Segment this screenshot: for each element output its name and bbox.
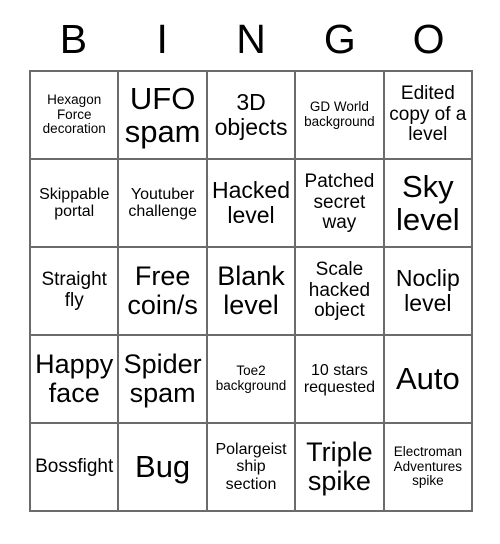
bingo-cell[interactable]: 10 stars requested (296, 336, 385, 424)
bingo-cell[interactable]: UFO spam (119, 72, 208, 160)
bingo-cell[interactable]: Sky level (384, 160, 474, 248)
bingo-cell-label: Electroman Adventures spike (393, 444, 462, 489)
bingo-cell-label: Spider spam (123, 348, 202, 408)
bingo-row: Hexagon Force decoration UFO spam 3D obj… (31, 72, 474, 160)
bingo-header-letter-n: N (236, 15, 266, 62)
bingo-cell[interactable]: GD World background (296, 72, 385, 160)
bingo-cell-label: Bug (135, 449, 191, 485)
bingo-row: Happy face Spider spam Toe2 background 1… (31, 336, 474, 424)
bingo-row: Bossfight Bug Polargeist ship section Tr… (31, 424, 474, 512)
bingo-cell[interactable]: Free coin/s (119, 248, 208, 336)
bingo-cell-label: Bossfight (35, 455, 114, 477)
bingo-header-letter-b: B (59, 15, 88, 62)
bingo-cell-label: 3D objects (214, 89, 288, 140)
bingo-cell[interactable]: Hexagon Force decoration (31, 72, 120, 160)
bingo-cell-label: UFO spam (124, 80, 201, 149)
bingo-cell-label: Happy face (35, 348, 114, 408)
bingo-cell-label: Polargeist ship section (215, 441, 287, 493)
bingo-cell-label: Skippable portal (39, 185, 110, 220)
bingo-cell-label: Straight fly (41, 269, 107, 311)
bingo-cell-label: Youtuber challenge (128, 185, 197, 220)
bingo-cell[interactable]: Bossfight (31, 424, 120, 512)
bingo-cell[interactable]: Spider spam (119, 336, 208, 424)
bingo-grid: Hexagon Force decoration UFO spam 3D obj… (29, 70, 474, 512)
bingo-cell[interactable]: Youtuber challenge (119, 160, 208, 248)
bingo-cell[interactable]: Toe2 background (207, 336, 297, 424)
bingo-cell-label: Noclip level (395, 265, 460, 316)
bingo-row: Skippable portal Youtuber challenge Hack… (31, 160, 474, 248)
bingo-cell[interactable]: Happy face (31, 336, 120, 424)
bingo-cell[interactable]: Electroman Adventures spike (384, 424, 474, 512)
bingo-cell-label: Toe2 background (215, 363, 287, 393)
bingo-cell[interactable]: Bug (119, 424, 208, 512)
bingo-cell[interactable]: Polargeist ship section (207, 424, 297, 512)
bingo-cell[interactable]: Scale hacked object (296, 248, 385, 336)
bingo-card: B I N G O Hexagon Force decoration UFO s… (29, 8, 474, 512)
bingo-cell-label: Blank level (217, 260, 285, 320)
bingo-cell-label: Edited copy of a level (389, 83, 467, 146)
bingo-cell[interactable]: Auto (384, 336, 474, 424)
bingo-header: B I N G O (29, 8, 473, 70)
bingo-header-letter-o: O (412, 15, 445, 62)
bingo-cell-label: 10 stars requested (303, 361, 375, 396)
bingo-cell-label: Auto (395, 361, 460, 397)
bingo-cell[interactable]: Straight fly (31, 248, 120, 336)
bingo-cell-label: Free coin/s (127, 260, 198, 320)
bingo-row: Straight fly Free coin/s Blank level Sca… (31, 248, 474, 336)
bingo-cell-label: Hacked level (212, 177, 290, 228)
bingo-cell-label: Scale hacked object (308, 259, 371, 322)
bingo-cell-label: Sky level (395, 168, 460, 237)
bingo-cell[interactable]: Blank level (207, 248, 297, 336)
bingo-header-letter-i: I (156, 15, 168, 62)
bingo-cell[interactable]: Triple spike (296, 424, 385, 512)
bingo-cell[interactable]: Noclip level (384, 248, 474, 336)
bingo-cell[interactable]: 3D objects (207, 72, 297, 160)
bingo-cell[interactable]: Patched secret way (296, 160, 385, 248)
bingo-header-letter-g: G (323, 15, 356, 62)
bingo-cell-label: Patched secret way (304, 171, 375, 234)
bingo-cell-label: Hexagon Force decoration (42, 92, 106, 137)
bingo-cell[interactable]: Edited copy of a level (384, 72, 474, 160)
bingo-cell[interactable]: Hacked level (207, 160, 297, 248)
bingo-cell-label: Triple spike (306, 436, 373, 496)
bingo-cell[interactable]: Skippable portal (31, 160, 120, 248)
bingo-cell-label: GD World background (304, 99, 375, 129)
